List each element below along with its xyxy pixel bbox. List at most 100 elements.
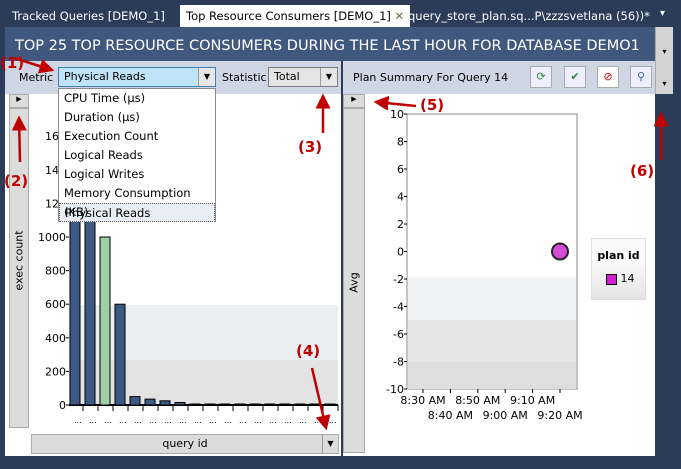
y-tick-label: 4 [397,191,404,204]
bar [144,398,156,406]
metric-option[interactable]: Duration (µs) [59,108,215,127]
bar [189,403,201,406]
x-tick-label: ... [164,416,172,425]
bar [99,236,111,406]
metric-label: Metric [19,71,54,84]
y-tick-label: 600 [45,298,66,311]
bar [234,403,246,406]
y-tick-label: 6 [397,163,404,176]
statistic-select[interactable]: Total ▼ [268,67,338,87]
metric-option[interactable]: Logical Writes [59,165,215,184]
tab-label: Top Resource Consumers [DEMO_1] [186,9,391,23]
x-tick-label: ... [179,416,187,425]
x-tick-label: 8:40 AM [428,409,473,422]
metric-option[interactable]: Logical Reads [59,146,215,165]
bar [294,403,306,406]
chevron-down-icon[interactable]: ▼ [322,435,338,453]
annotation-5: (5) [420,96,445,114]
refresh-icon[interactable]: ⟳ [530,66,552,88]
bar [129,396,141,406]
y-tick-label: -2 [393,273,404,286]
x-tick-label: ... [224,416,232,425]
unforce-plan-icon[interactable]: ⊘ [597,66,619,88]
y-tick-label: 0 [397,246,404,259]
x-tick-label: ... [209,416,217,425]
x-tick-label: ... [104,416,112,425]
bar [309,403,321,406]
y-tick-label: -8 [393,356,404,369]
x-tick-label: 8:30 AM [400,394,445,407]
x-tick-label: ... [329,416,337,425]
metric-dropdown-list: CPU Time (µs) Duration (µs) Execution Co… [58,88,216,222]
x-tick-label: ... [89,416,97,425]
x-tick-label: ... [269,416,277,425]
tab-query-store-plan[interactable]: query_store_plan.sq...P\zzzsvetlana (56)… [402,5,656,27]
scrollbar[interactable]: ▾ [655,27,673,61]
force-plan-icon[interactable]: ✔ [564,66,586,88]
metric-select[interactable]: Physical Reads ▼ [58,67,216,87]
right-chart-pane: ▶ Avg 10 8 6 4 2 0 -2 -4 -6 -8 -10 8:30 AM 8:40 AM 8:… [343,94,655,456]
bar [84,194,96,406]
y-tick-label: 10 [390,108,404,121]
y-tick-label: 200 [45,365,66,378]
y-tick-label: 400 [45,332,66,345]
x-tick-label: 9:20 AM [537,409,582,422]
metric-option[interactable]: Memory Consumption (KB) [59,184,215,219]
bar [324,403,336,406]
x-axis-select[interactable]: query id ▼ [31,434,339,454]
x-tick-label: ... [299,416,307,425]
tab-tracked-queries[interactable]: Tracked Queries [DEMO_1] [6,5,171,27]
bar [279,403,291,406]
legend-swatch [606,273,617,285]
bar [264,403,276,406]
x-tick-label: ... [254,416,262,425]
bar [114,303,126,406]
bar [69,194,81,406]
x-tick-label: ... [239,416,247,425]
scrollbar[interactable] [655,94,673,456]
metric-value: Physical Reads [64,70,146,83]
statistic-label: Statistic [222,71,267,84]
chevron-down-icon[interactable]: ▼ [320,68,337,86]
data-point [551,242,569,261]
bar [249,403,261,406]
statistic-value: Total [274,70,300,83]
bar [204,403,216,406]
y-tick-label: 1000 [38,231,66,244]
annotation-3: (3) [298,138,323,156]
x-axis-label: query id [162,437,208,450]
scrollbar[interactable]: ▾ [655,61,673,94]
compare-plans-icon[interactable]: ⚲ [630,66,652,88]
legend-title: plan id [597,249,640,262]
x-tick-label: ... [194,416,202,425]
tab-top-resource-consumers[interactable]: Top Resource Consumers [DEMO_1] ✕ [180,5,411,27]
x-tick-label: ... [74,416,82,425]
x-tick-label: ... [134,416,142,425]
y-tick-label: -6 [393,328,404,341]
metric-option-selected[interactable]: Physical Reads [59,203,215,222]
bar [159,400,171,406]
bar [174,401,186,406]
y-tick-label: -4 [393,301,404,314]
chevron-down-icon[interactable]: ▼ [198,68,215,86]
x-tick-label: ... [119,416,127,425]
metric-option[interactable]: Execution Count [59,127,215,146]
legend: plan id 14 [591,238,646,300]
x-tick-label: 9:10 AM [510,394,555,407]
annotation-4: (4) [296,342,321,360]
annotation-2: (2) [4,172,29,190]
metric-option[interactable]: CPU Time (µs) [59,89,215,108]
y-tick-label: 0 [59,399,66,412]
bar [219,403,231,406]
tab-overflow-icon[interactable]: ▾ [660,8,665,19]
annotation-1: (1) [0,54,25,72]
y-tick-label: 8 [397,136,404,149]
plot-band [408,361,576,389]
page-title: TOP 25 TOP RESOURCE CONSUMERS DURING THE… [5,27,655,61]
annotation-6: (6) [630,162,655,180]
y-tick-label: 800 [45,265,66,278]
x-tick-label: ... [284,416,292,425]
y-tick-label: 2 [397,218,404,231]
legend-entry: 14 [620,272,635,285]
plan-summary-title: Plan Summary For Query 14 [353,71,509,84]
